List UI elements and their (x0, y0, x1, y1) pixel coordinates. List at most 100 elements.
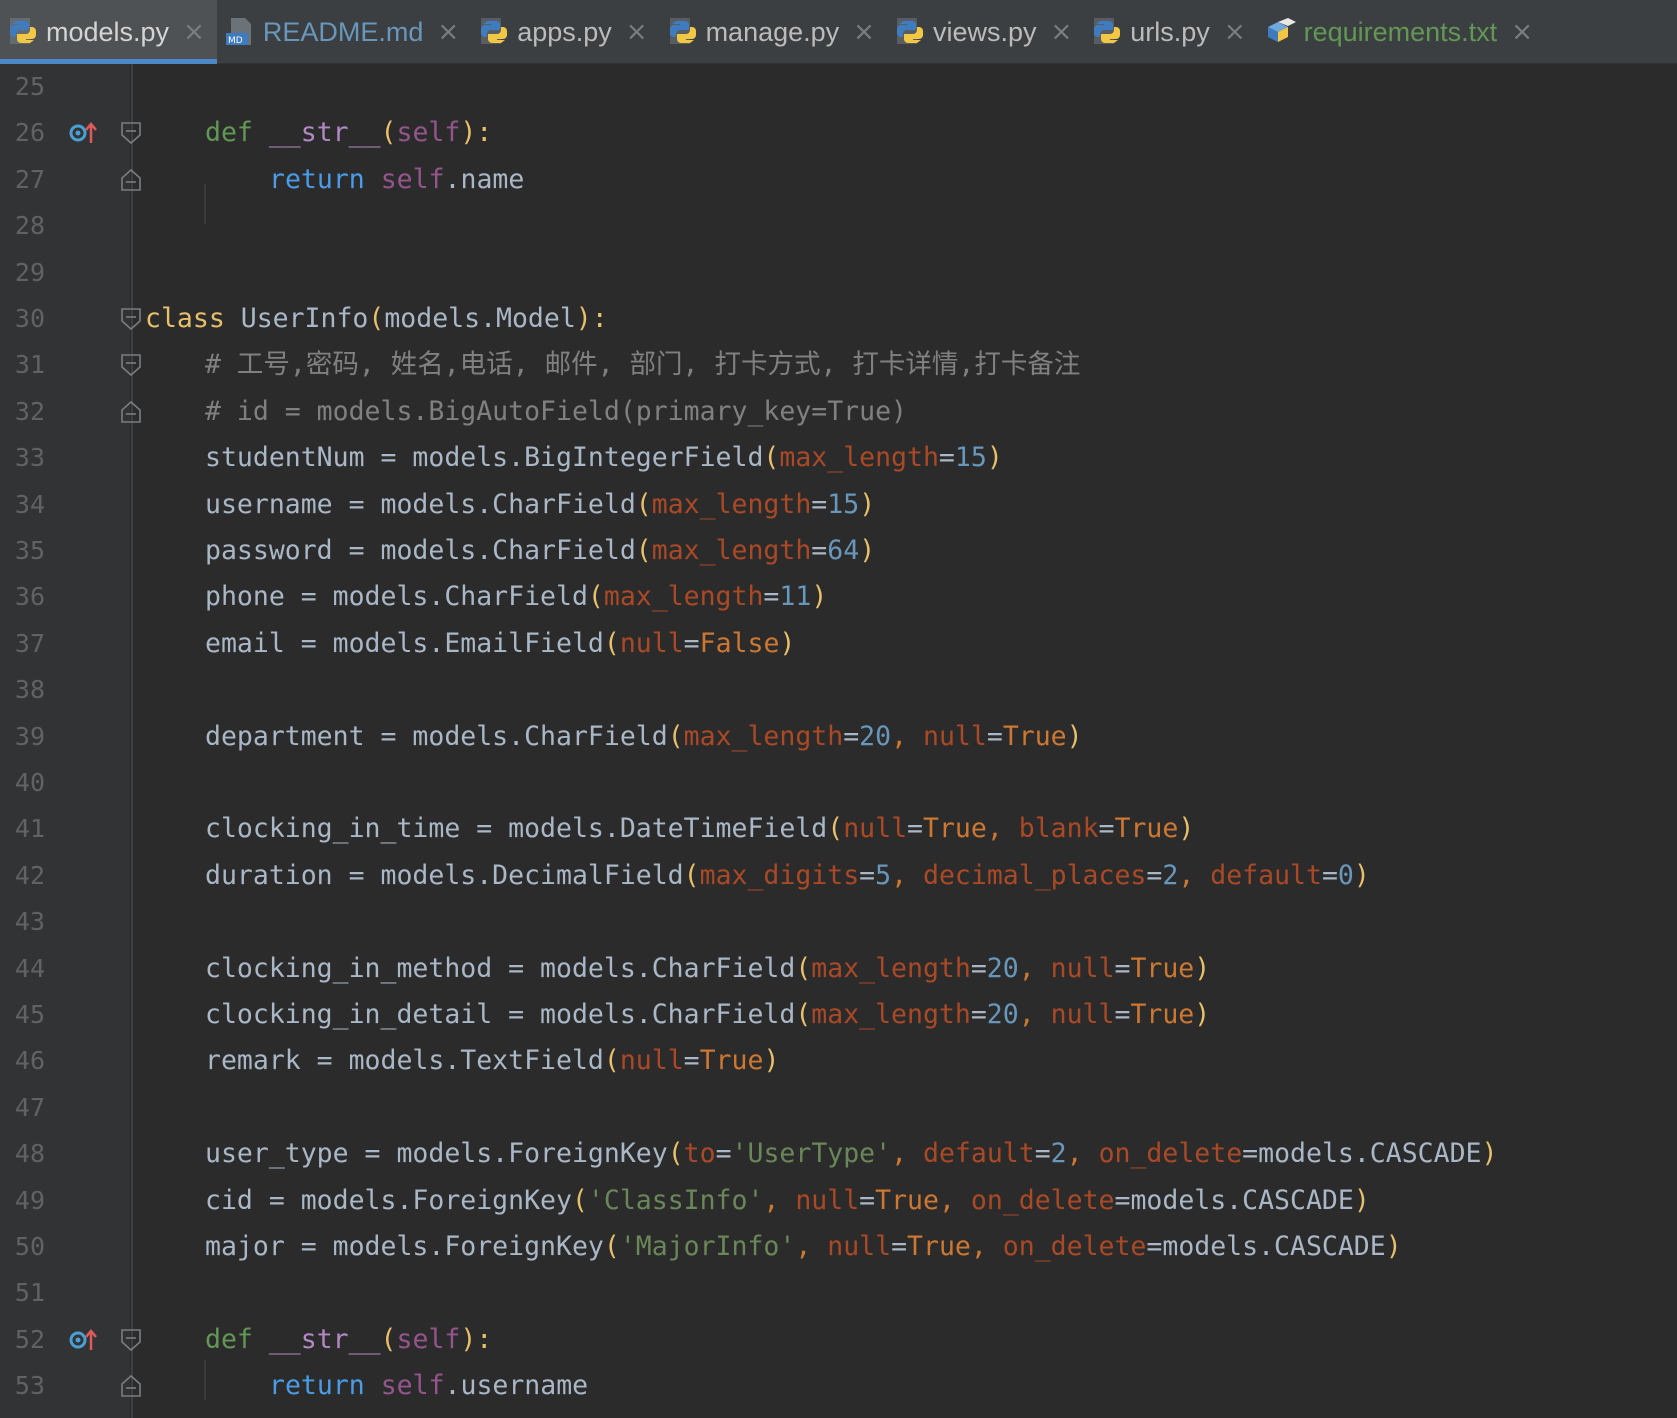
code-line-50: 50 major = models.ForeignKey('MajorInfo'… (0, 1224, 1677, 1270)
line-number: 42 (14, 860, 45, 890)
code-line-40: 40 (0, 760, 1677, 806)
line-number: 39 (14, 721, 45, 751)
line-number: 38 (14, 675, 45, 705)
code-text: cid = models.ForeignKey('ClassInfo', nul… (205, 1184, 1370, 1216)
line-number: 25 (14, 72, 45, 101)
line-number: 28 (14, 211, 45, 241)
tab-views-py[interactable]: views.py × (887, 0, 1084, 64)
close-icon[interactable]: × (1511, 17, 1533, 47)
line-number: 49 (14, 1185, 45, 1215)
tab-label: manage.py (705, 16, 840, 47)
code-text: class UserInfo(models.Model): (145, 303, 608, 334)
svg-text:MD: MD (228, 36, 243, 46)
code-line-33: 33 studentNum = models.BigIntegerField(m… (0, 435, 1677, 481)
code-line-30: 30 class UserInfo(models.Model): (0, 296, 1677, 342)
code-line-46: 46 remark = models.TextField(null=True) (0, 1038, 1677, 1084)
code-text: phone = models.CharField(max_length=11) (205, 581, 828, 613)
code-line-53: 53 return self.username (0, 1363, 1677, 1409)
fold-end-icon[interactable] (120, 400, 142, 424)
code-text: studentNum = models.BigIntegerField(max_… (205, 442, 1003, 474)
python-file-icon (669, 18, 696, 44)
code-line-39: 39 department = models.CharField(max_len… (0, 714, 1677, 760)
close-icon[interactable]: × (1050, 17, 1072, 47)
line-number: 31 (14, 350, 45, 380)
line-number: 37 (14, 628, 45, 658)
code-line-52: 52 def __str__(self): (0, 1317, 1677, 1363)
line-number: 46 (14, 1046, 45, 1076)
code-text: email = models.EmailField(null=False) (205, 627, 796, 659)
fold-collapse-icon[interactable] (120, 121, 142, 145)
tab-requirements-txt[interactable]: requirements.txt × (1258, 0, 1545, 64)
code-text: password = models.CharField(max_length=6… (205, 535, 876, 566)
fold-collapse-icon[interactable] (120, 1328, 142, 1352)
python-file-icon (10, 18, 36, 44)
close-icon[interactable]: × (437, 17, 459, 47)
code-text: return self.name (269, 163, 525, 195)
line-number: 50 (14, 1232, 45, 1261)
code-line-36: 36 phone = models.CharField(max_length=1… (0, 574, 1677, 620)
line-number: 40 (14, 768, 45, 797)
code-line-31: 31 # 工号,密码, 姓名,电话, 邮件, 部门, 打卡方式, 打卡详情,打卡… (0, 342, 1677, 388)
code-line-27: 27 return self.name (0, 157, 1677, 203)
line-number: 36 (14, 582, 45, 612)
tab-label: models.py (46, 16, 170, 47)
code-line-25: 25 (0, 64, 1677, 110)
code-text: duration = models.DecimalField(max_digit… (205, 859, 1370, 891)
tab-readme-md[interactable]: MD README.md × (217, 0, 471, 64)
code-line-48: 48 user_type = models.ForeignKey(to='Use… (0, 1131, 1677, 1177)
override-method-icon[interactable] (68, 119, 98, 147)
line-number: 26 (14, 118, 45, 148)
code-line-37: 37 email = models.EmailField(null=False) (0, 621, 1677, 667)
line-number: 33 (14, 443, 45, 473)
tab-label: README.md (262, 16, 424, 47)
close-icon[interactable]: × (853, 17, 875, 47)
line-number: 27 (14, 164, 45, 194)
tab-label: urls.py (1130, 16, 1210, 47)
line-number: 48 (14, 1139, 45, 1169)
line-number: 30 (14, 304, 45, 333)
line-number: 43 (14, 907, 45, 937)
code-text: clocking_in_method = models.CharField(ma… (205, 952, 1211, 984)
code-text: username = models.CharField(max_length=1… (205, 488, 876, 520)
code-text: clocking_in_time = models.DateTimeField(… (205, 813, 1195, 845)
fold-collapse-icon[interactable] (120, 307, 142, 331)
code-editor[interactable]: 25 26 def __str__(self): 27 return self.… (0, 64, 1677, 1418)
code-line-28: 28 (0, 203, 1677, 249)
fold-end-icon[interactable] (120, 1374, 142, 1398)
python-file-icon (1094, 18, 1121, 44)
tab-urls-py[interactable]: urls.py × (1084, 0, 1257, 64)
line-number: 32 (14, 396, 45, 426)
line-number: 34 (14, 489, 45, 519)
tab-manage-py[interactable]: manage.py × (660, 0, 887, 64)
code-comment: # 工号,密码, 姓名,电话, 邮件, 部门, 打卡方式, 打卡详情,打卡备注 (205, 349, 1081, 381)
code-line-44: 44 clocking_in_method = models.CharField… (0, 946, 1677, 992)
line-number: 45 (14, 1000, 45, 1029)
code-line-38: 38 (0, 667, 1677, 713)
fold-collapse-icon[interactable] (120, 353, 142, 377)
markdown-file-icon: MD (225, 18, 251, 46)
code-line-43: 43 (0, 899, 1677, 945)
code-line-42: 42 duration = models.DecimalField(max_di… (0, 853, 1677, 899)
tab-label: requirements.txt (1303, 16, 1498, 47)
tab-models-py[interactable]: models.py × (0, 0, 217, 64)
code-comment: # id = models.BigAutoField(primary_key=T… (205, 395, 907, 427)
tab-label: apps.py (517, 16, 612, 47)
code-text: return self.username (269, 1370, 589, 1402)
tab-apps-py[interactable]: apps.py × (471, 0, 659, 64)
code-line-45: 45 clocking_in_detail = models.CharField… (0, 992, 1677, 1038)
fold-end-icon[interactable] (120, 168, 142, 192)
tab-label: views.py (932, 16, 1037, 47)
code-text: def __str__(self): (205, 117, 493, 149)
close-icon[interactable]: × (1224, 17, 1246, 47)
python-file-icon (896, 18, 923, 44)
close-icon[interactable]: × (626, 17, 648, 47)
code-line-49: 49 cid = models.ForeignKey('ClassInfo', … (0, 1178, 1677, 1224)
code-text: remark = models.TextField(null=True) (205, 1045, 780, 1077)
line-number: 35 (14, 536, 45, 565)
line-number: 44 (14, 953, 45, 983)
line-number: 51 (14, 1278, 45, 1308)
close-icon[interactable]: × (183, 17, 205, 47)
code-line-47: 47 (0, 1085, 1677, 1131)
override-method-icon[interactable] (68, 1326, 98, 1354)
line-number: 52 (14, 1324, 45, 1354)
